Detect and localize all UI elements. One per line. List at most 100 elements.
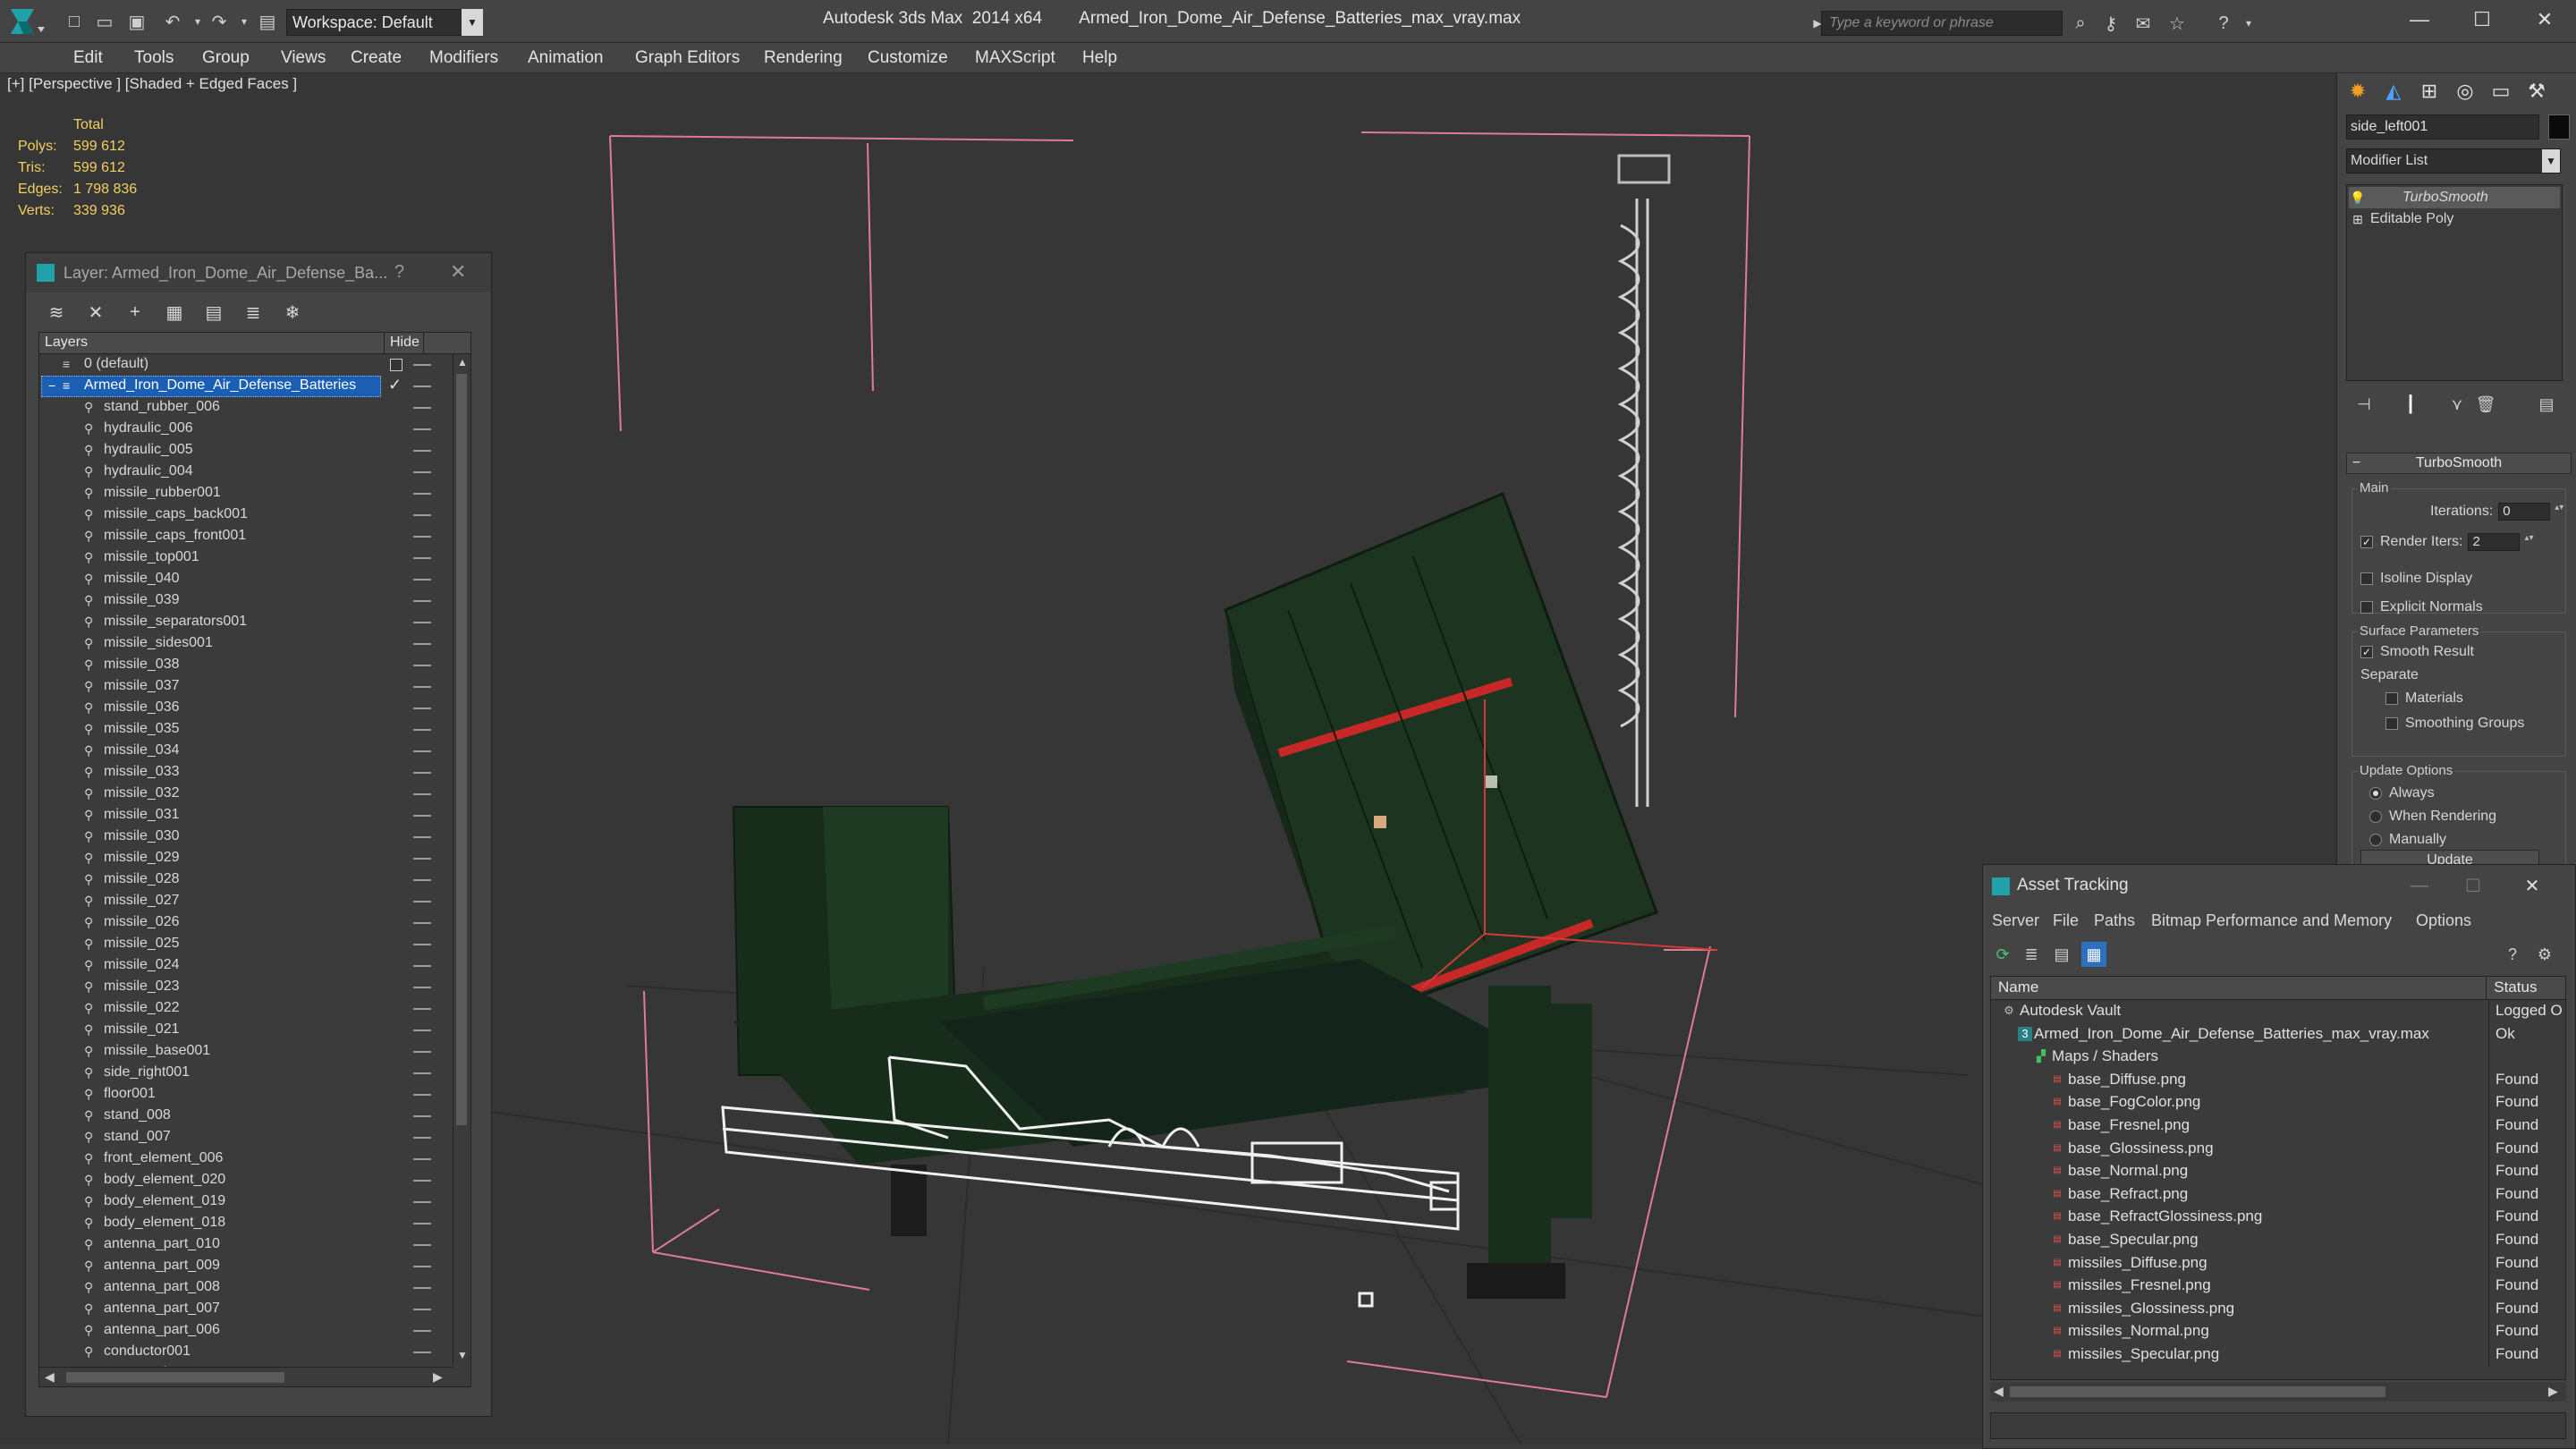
layer-object-row[interactable]: ⚲ conductor001 [39,1342,470,1363]
column-header-layers[interactable]: Layers [39,333,385,353]
settings-icon[interactable]: ⚙ [2532,942,2557,967]
hide-toggle[interactable] [413,1051,431,1053]
layer-object-row[interactable]: ⚲ stand_rubber_006 [39,397,470,419]
hide-toggle[interactable] [413,428,431,430]
asset-menu-options[interactable]: Options [2416,911,2471,930]
rollout-header[interactable]: − TurboSmooth [2346,453,2572,474]
close-icon[interactable]: ✕ [2514,870,2550,901]
hide-toggle[interactable] [413,622,431,623]
hide-toggle[interactable] [413,793,431,795]
layer-object-row[interactable]: ⚲ antenna_part_007 [39,1299,470,1320]
stack-item-turbosmooth[interactable]: 💡 TurboSmooth [2349,187,2560,208]
hide-toggle[interactable] [413,1115,431,1117]
workspace-select[interactable]: Workspace: Default ▾ [286,9,481,36]
freeze-all-layers-icon[interactable]: ❄ [280,300,305,325]
create-layer-icon[interactable]: ≋ [44,300,69,325]
modifier-stack[interactable]: 💡 TurboSmooth ⊞ Editable Poly [2346,184,2563,381]
hide-toggle[interactable] [413,1201,431,1203]
menu-tools[interactable]: Tools [134,48,174,68]
layer-object-row[interactable]: ⚲ missile_036 [39,698,470,719]
search-input[interactable]: Type a keyword or phrase [1821,11,2063,36]
asset-row-vault[interactable]: ⚙ Autodesk Vault Logged O [1991,1000,2565,1023]
hide-toggle[interactable] [413,772,431,774]
layer-object-row[interactable]: ⚲ missile_027 [39,891,470,912]
make-unique-icon[interactable]: ⋎ [2445,392,2470,417]
asset-map-row[interactable]: ▤ base_RefractGlossiness.png Found [1991,1206,2565,1229]
help-dropdown-icon[interactable]: ▾ [2236,11,2261,36]
object-name-field[interactable]: side_left001 [2346,114,2539,140]
active-layer-check-icon[interactable]: ✓ [388,376,402,394]
column-header-name[interactable]: Name [1991,977,2487,999]
hide-toggle[interactable] [413,1072,431,1074]
render-iters-checkbox[interactable]: ✓ [2360,536,2373,548]
asset-menu-server[interactable]: Server [1992,911,2039,930]
undo-dropdown-icon[interactable]: ▾ [186,9,209,34]
help-icon[interactable]: ? [2500,942,2525,967]
hide-toggle[interactable] [413,1030,431,1031]
layer-object-row[interactable]: ⚲ missile_021 [39,1020,470,1041]
layer-object-row[interactable]: ⚲ missile_022 [39,998,470,1020]
hide-toggle[interactable] [413,815,431,817]
delete-layer-icon[interactable]: ✕ [83,300,108,325]
hide-toggle[interactable] [413,987,431,988]
motion-tab-icon[interactable]: ◎ [2448,73,2482,109]
layer-object-row[interactable]: ⚲ floor001 [39,1084,470,1106]
layer-window-titlebar[interactable]: Layer: Armed_Iron_Dome_Air_Defense_Ba...… [26,253,491,292]
menu-graph-editors[interactable]: Graph Editors [635,48,740,68]
menu-views[interactable]: Views [281,48,326,68]
layer-object-row[interactable]: ⚲ missile_024 [39,955,470,977]
app-logo[interactable] [4,4,50,39]
redo-icon[interactable]: ↷ [208,9,231,34]
layer-object-row[interactable]: ⚲ missile_034 [39,741,470,762]
modifier-list-dropdown[interactable]: Modifier List ▼ [2346,148,2561,174]
lightbulb-icon[interactable]: 💡 [2349,191,2367,206]
scroll-down-icon[interactable]: ▼ [457,1349,468,1361]
hide-toggle[interactable] [413,879,431,881]
utilities-tab-icon[interactable]: ⚒ [2520,73,2554,109]
asset-window-titlebar[interactable]: Asset Tracking — ☐ ✕ [1983,865,2575,908]
layer-object-row[interactable]: ⚲ missile_rubber001 [39,483,470,504]
communication-icon[interactable]: ✉ [2131,11,2156,36]
hide-toggle[interactable] [413,579,431,580]
hide-toggle[interactable] [413,729,431,731]
table-view-icon[interactable]: ▦ [2081,942,2106,967]
maximize-icon[interactable]: ☐ [2451,0,2513,39]
asset-row-maxfile[interactable]: 3 Armed_Iron_Dome_Air_Defense_Batteries_… [1991,1022,2565,1046]
menu-animation[interactable]: Animation [528,48,604,68]
hide-toggle[interactable] [413,1094,431,1096]
hide-toggle[interactable] [413,407,431,409]
layer-object-row[interactable]: ⚲ missile_038 [39,655,470,676]
create-tab-icon[interactable]: ✹ [2341,73,2375,109]
minimize-icon[interactable]: — [2388,0,2451,39]
layer-close-icon[interactable]: ✕ [450,260,466,284]
display-tab-icon[interactable]: ▭ [2484,73,2518,109]
layer-object-row[interactable]: ⚲ hydraulic_005 [39,440,470,462]
layer-object-row[interactable]: ⚲ side_right001 [39,1063,470,1084]
layer-manager-window[interactable]: Layer: Armed_Iron_Dome_Air_Defense_Ba...… [25,252,492,1417]
layer-object-row[interactable]: ⚲ front_element_006 [39,1148,470,1170]
hide-toggle[interactable] [413,557,431,559]
modify-tab-icon[interactable]: ◭ [2377,73,2411,109]
layer-object-row[interactable]: ⚲ missile_026 [39,912,470,934]
hide-toggle[interactable] [413,836,431,838]
asset-menu-file[interactable]: File [2053,911,2079,930]
hide-all-layers-icon[interactable]: ≣ [241,300,266,325]
layer-object-row[interactable]: ⚲ stand_007 [39,1127,470,1148]
layer-list[interactable]: Layers Hide ≡ 0 (default) − ≡ Armed_Iron… [38,332,471,1387]
project-folder-icon[interactable]: ▤ [256,9,279,34]
asset-map-row[interactable]: ▤ base_Normal.png Found [1991,1160,2565,1183]
asset-map-row[interactable]: ▤ missiles_Glossiness.png Found [1991,1297,2565,1321]
layer-object-row[interactable]: ⚲ missile_base001 [39,1041,470,1063]
hide-toggle[interactable] [413,965,431,967]
layer-object-row[interactable]: ⚲ missile_037 [39,676,470,698]
asset-map-row[interactable]: ▤ base_FogColor.png Found [1991,1091,2565,1114]
asset-map-row[interactable]: ▤ missiles_Normal.png Found [1991,1320,2565,1343]
layer-help-button[interactable]: ? [394,262,404,283]
layer-object-row[interactable]: ⚲ missile_top001 [39,547,470,569]
hide-toggle[interactable] [413,708,431,709]
scroll-thumb[interactable] [456,374,467,1125]
undo-icon[interactable]: ↶ [161,9,184,34]
hide-toggle[interactable] [413,686,431,688]
menu-edit[interactable]: Edit [73,48,103,68]
current-layer-box[interactable] [390,359,402,371]
